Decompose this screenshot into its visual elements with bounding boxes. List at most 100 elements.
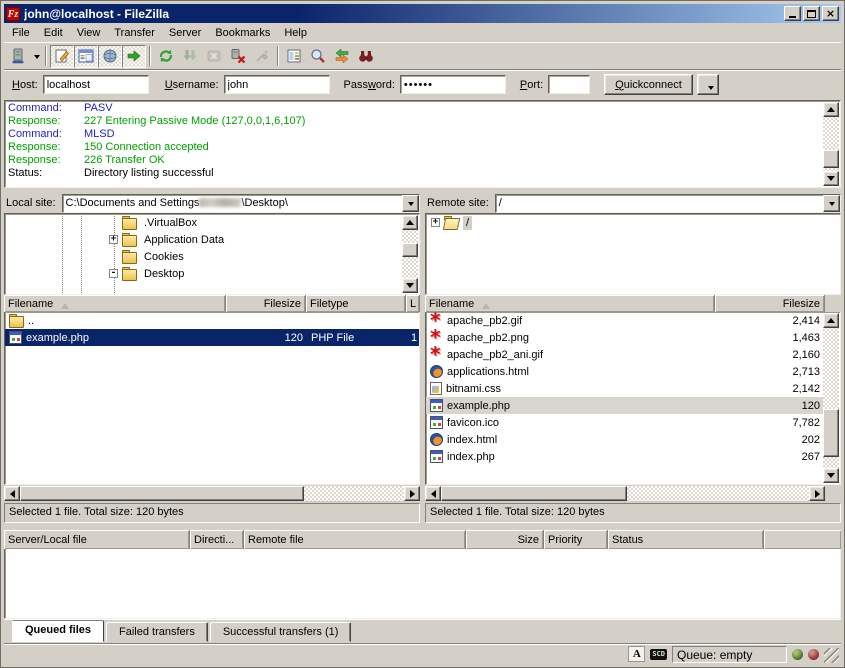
toggle-remote-tree-button[interactable] [98, 45, 122, 68]
toggle-log-button[interactable] [50, 45, 74, 68]
password-label: Password: [344, 79, 395, 91]
file-row[interactable]: apache_pb2_ani.gif 2,160 [426, 346, 824, 363]
find-files-button[interactable] [354, 45, 378, 68]
filezilla-window: Fz john@localhost - FileZilla × FileEdit… [0, 0, 845, 668]
tree-item[interactable]: .VirtualBox [5, 214, 419, 231]
tree-expander[interactable] [431, 218, 440, 227]
tree-item[interactable]: Cookies [5, 248, 419, 265]
reconnect-button[interactable] [250, 45, 274, 68]
tree-expander[interactable] [109, 269, 118, 278]
local-hscrollbar[interactable] [4, 486, 420, 501]
local-site-combo[interactable]: C:\Documents and Settings\Desktop\ [62, 194, 420, 213]
queue-column-status[interactable]: Status [608, 530, 764, 549]
file-row[interactable]: .. [5, 312, 419, 329]
directory-compare-button[interactable] [306, 45, 330, 68]
column-header-filetype[interactable]: Filetype [306, 295, 406, 312]
site-manager-button[interactable] [7, 45, 31, 68]
column-header-filename[interactable]: Filename [4, 295, 226, 312]
remote-site-combo[interactable]: / [495, 194, 841, 213]
scroll-thumb[interactable] [441, 486, 627, 501]
remote-list-scrollbar[interactable] [823, 313, 839, 483]
host-input[interactable] [43, 75, 149, 94]
queue-column-server-local-file[interactable]: Server/Local file [4, 530, 190, 549]
file-row[interactable]: favicon.ico 7,782 [426, 414, 824, 431]
toggle-local-tree-button[interactable] [74, 45, 98, 68]
speed-limits-icon[interactable]: SCD [650, 649, 667, 660]
scroll-up-button[interactable] [823, 102, 839, 117]
local-site-dropdown[interactable] [402, 195, 419, 212]
file-row[interactable]: index.html 202 [426, 431, 824, 448]
scroll-down-button[interactable] [823, 171, 839, 186]
scroll-up-button[interactable] [823, 313, 839, 328]
column-header-filename[interactable]: Filename [425, 295, 715, 312]
file-row[interactable]: apache_pb2.png 1,463 [426, 329, 824, 346]
file-row[interactable]: applications.html 2,713 [426, 363, 824, 380]
toggle-queue-button[interactable] [122, 45, 146, 68]
scroll-left-button[interactable] [425, 486, 441, 501]
scroll-right-button[interactable] [809, 486, 825, 501]
file-row[interactable]: bitnami.css 2,142 [426, 380, 824, 397]
menu-item[interactable]: Server [162, 25, 208, 41]
queue-column-remote-file[interactable]: Remote file [244, 530, 466, 549]
menu-item[interactable]: Help [277, 25, 314, 41]
transfer-type-icon[interactable]: A [628, 646, 645, 662]
column-header-lastmodified[interactable]: L [406, 295, 420, 312]
refresh-button[interactable] [154, 45, 178, 68]
site-manager-dropdown[interactable] [31, 45, 42, 68]
tree-item[interactable]: / [426, 214, 840, 231]
menu-item[interactable]: View [70, 25, 108, 41]
queue-status-panel: Queue: empty [672, 646, 787, 663]
queue-column-size[interactable]: Size [466, 530, 544, 549]
remote-hscrollbar[interactable] [425, 486, 825, 501]
cancel-button[interactable] [202, 45, 226, 68]
scroll-thumb[interactable] [402, 243, 418, 257]
username-input[interactable] [224, 75, 330, 94]
scroll-down-button[interactable] [823, 468, 839, 483]
local-tree: .VirtualBox Application Data Cookies [4, 213, 420, 295]
remote-status-text: Selected 1 file. Total size: 120 bytes [425, 503, 841, 523]
queue-tab[interactable]: Successful transfers (1) [210, 622, 352, 642]
filter-button[interactable] [282, 45, 306, 68]
sync-browse-button[interactable] [330, 45, 354, 68]
menu-item[interactable]: Bookmarks [208, 25, 277, 41]
minimize-icon [789, 16, 796, 18]
quickconnect-button[interactable]: Quickconnect [604, 74, 693, 95]
queue-column-direction[interactable]: Directi... [190, 530, 244, 549]
minimize-button[interactable] [784, 6, 801, 21]
tree-item[interactable]: Application Data [5, 231, 419, 248]
menu-item[interactable]: File [5, 25, 37, 41]
scroll-left-button[interactable] [4, 486, 20, 501]
column-header-filesize[interactable]: Filesize [715, 295, 825, 312]
scroll-up-button[interactable] [402, 215, 418, 230]
file-row[interactable]: example.php 120 PHP File 1 [5, 329, 419, 346]
scroll-right-button[interactable] [404, 486, 420, 501]
scroll-thumb[interactable] [20, 486, 304, 501]
port-input[interactable] [548, 75, 590, 94]
tree-item[interactable]: Desktop [5, 265, 419, 282]
queue-column-priority[interactable]: Priority [544, 530, 608, 549]
file-size: 267 [716, 448, 824, 465]
remote-site-dropdown[interactable] [823, 195, 840, 212]
quickconnect-dropdown[interactable] [697, 74, 719, 95]
menu-item[interactable]: Edit [37, 25, 70, 41]
resize-grip[interactable] [824, 648, 839, 663]
log-scrollbar[interactable] [823, 102, 839, 186]
password-input[interactable] [400, 75, 506, 94]
disconnect-button[interactable] [226, 45, 250, 68]
maximize-button[interactable] [803, 6, 820, 21]
scroll-down-button[interactable] [402, 278, 418, 293]
scroll-thumb[interactable] [823, 409, 839, 457]
scroll-thumb[interactable] [823, 150, 839, 168]
process-queue-button[interactable] [178, 45, 202, 68]
queue-tab[interactable]: Failed transfers [106, 622, 208, 642]
file-row[interactable]: apache_pb2.gif 2,414 [426, 312, 824, 329]
column-header-filesize[interactable]: Filesize [226, 295, 306, 312]
file-row[interactable]: example.php 120 [426, 397, 824, 414]
menu-item[interactable]: Transfer [107, 25, 162, 41]
queue-tab[interactable]: Queued files [12, 620, 104, 642]
close-button[interactable]: × [822, 6, 839, 21]
file-name: .. [28, 315, 34, 327]
local-tree-scrollbar[interactable] [402, 215, 418, 293]
file-row[interactable]: index.php 267 [426, 448, 824, 465]
tree-expander[interactable] [109, 235, 118, 244]
